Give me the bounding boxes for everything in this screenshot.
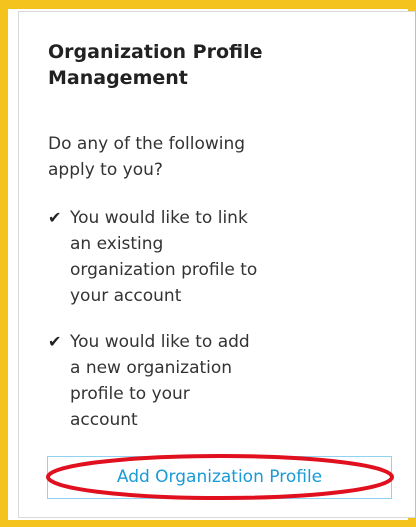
option-add-new-profile: ✔ You would like to add a new organizati…	[48, 329, 288, 433]
intro-text: Do any of the following apply to you?	[48, 134, 246, 180]
panel-title: Organization Profile Management	[48, 41, 263, 89]
checkmark-icon: ✔	[48, 208, 62, 227]
add-organization-profile-button[interactable]: Add Organization Profile	[47, 456, 392, 499]
option-text: You would like to add a new organization…	[70, 332, 250, 430]
checkmark-icon: ✔	[48, 332, 62, 351]
option-text: You would like to link an existing organ…	[70, 208, 258, 306]
option-link-existing-profile: ✔ You would like to link an existing org…	[48, 205, 288, 309]
